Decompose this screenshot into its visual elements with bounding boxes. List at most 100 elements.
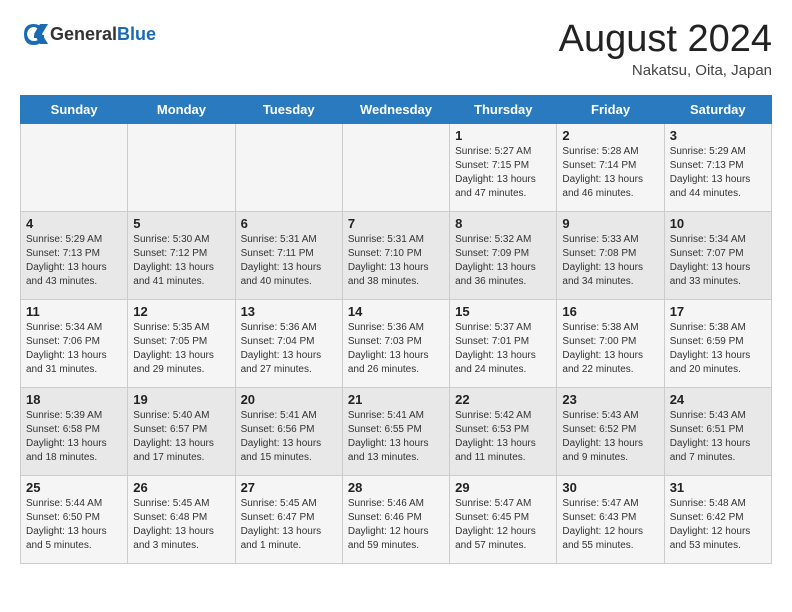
day-cell: 9 Sunrise: 5:33 AMSunset: 7:08 PMDaylight… bbox=[557, 212, 664, 300]
day-info: Sunrise: 5:28 AMSunset: 7:14 PMDaylight:… bbox=[562, 145, 658, 201]
day-cell: 16 Sunrise: 5:38 AMSunset: 7:00 PMDayligh… bbox=[557, 300, 664, 388]
day-number: 2 bbox=[562, 128, 658, 143]
day-number: 8 bbox=[455, 216, 551, 231]
day-cell: 4 Sunrise: 5:29 AMSunset: 7:13 PMDaylight… bbox=[21, 212, 128, 300]
day-info: Sunrise: 5:34 AMSunset: 7:06 PMDaylight:… bbox=[26, 321, 122, 377]
day-info: Sunrise: 5:48 AMSunset: 6:42 PMDaylight:… bbox=[670, 497, 766, 553]
day-info: Sunrise: 5:47 AMSunset: 6:45 PMDaylight:… bbox=[455, 497, 551, 553]
day-cell: 7 Sunrise: 5:31 AMSunset: 7:10 PMDaylight… bbox=[342, 212, 449, 300]
day-number: 9 bbox=[562, 216, 658, 231]
day-cell bbox=[128, 124, 235, 212]
day-cell: 17 Sunrise: 5:38 AMSunset: 6:59 PMDayligh… bbox=[664, 300, 771, 388]
day-cell: 23Sunrise: 5:43 AMSunset: 6:52 PMDayligh… bbox=[557, 388, 664, 476]
day-cell: 30 Sunrise: 5:47 AMSunset: 6:43 PMDayligh… bbox=[557, 476, 664, 564]
day-number: 4 bbox=[26, 216, 122, 231]
month-year-title: August 2024 bbox=[559, 20, 772, 58]
day-cell: 25 Sunrise: 5:44 AMSunset: 6:50 PMDayligh… bbox=[21, 476, 128, 564]
day-cell: 5 Sunrise: 5:30 AMSunset: 7:12 PMDaylight… bbox=[128, 212, 235, 300]
day-info: Sunrise: 5:39 AMSunset: 6:58 PMDaylight:… bbox=[26, 409, 122, 465]
day-info: Sunrise: 5:34 AMSunset: 7:07 PMDaylight:… bbox=[670, 233, 766, 289]
day-info: Sunrise: 5:47 AMSunset: 6:43 PMDaylight:… bbox=[562, 497, 658, 553]
day-info: Sunrise: 5:35 AMSunset: 7:05 PMDaylight:… bbox=[133, 321, 229, 377]
day-number: 10 bbox=[670, 216, 766, 231]
day-info: Sunrise: 5:37 AMSunset: 7:01 PMDaylight:… bbox=[455, 321, 551, 377]
day-number: 7 bbox=[348, 216, 444, 231]
day-number: 31 bbox=[670, 480, 766, 495]
day-cell: 28 Sunrise: 5:46 AMSunset: 6:46 PMDayligh… bbox=[342, 476, 449, 564]
day-number: 29 bbox=[455, 480, 551, 495]
day-cell: 13Sunrise: 5:36 AMSunset: 7:04 PMDayligh… bbox=[235, 300, 342, 388]
day-number: 24 bbox=[670, 392, 766, 407]
day-number: 5 bbox=[133, 216, 229, 231]
day-cell: 6 Sunrise: 5:31 AMSunset: 7:11 PMDaylight… bbox=[235, 212, 342, 300]
day-header-friday: Friday bbox=[557, 96, 664, 124]
day-header-monday: Monday bbox=[128, 96, 235, 124]
logo-general: General bbox=[50, 24, 117, 44]
day-number: 19 bbox=[133, 392, 229, 407]
day-number: 3 bbox=[670, 128, 766, 143]
day-info: Sunrise: 5:42 AMSunset: 6:53 PMDaylight:… bbox=[455, 409, 551, 465]
day-info: Sunrise: 5:40 AMSunset: 6:57 PMDaylight:… bbox=[133, 409, 229, 465]
day-number: 12 bbox=[133, 304, 229, 319]
day-cell: 14 Sunrise: 5:36 AMSunset: 7:03 PMDayligh… bbox=[342, 300, 449, 388]
day-info: Sunrise: 5:43 AMSunset: 6:52 PMDaylight:… bbox=[562, 409, 658, 465]
title-block: August 2024 Nakatsu, Oita, Japan bbox=[559, 20, 772, 79]
day-info: Sunrise: 5:32 AMSunset: 7:09 PMDaylight:… bbox=[455, 233, 551, 289]
logo-blue: Blue bbox=[117, 24, 156, 44]
week-row-4: 18 Sunrise: 5:39 AMSunset: 6:58 PMDayligh… bbox=[21, 388, 772, 476]
day-number: 18 bbox=[26, 392, 122, 407]
day-info: Sunrise: 5:46 AMSunset: 6:46 PMDaylight:… bbox=[348, 497, 444, 553]
day-header-saturday: Saturday bbox=[664, 96, 771, 124]
day-info: Sunrise: 5:31 AMSunset: 7:11 PMDaylight:… bbox=[241, 233, 337, 289]
week-row-1: 1Sunrise: 5:27 AMSunset: 7:15 PMDaylight… bbox=[21, 124, 772, 212]
day-cell: 15Sunrise: 5:37 AMSunset: 7:01 PMDayligh… bbox=[450, 300, 557, 388]
day-number: 11 bbox=[26, 304, 122, 319]
logo-icon bbox=[20, 20, 48, 48]
day-info: Sunrise: 5:45 AMSunset: 6:48 PMDaylight:… bbox=[133, 497, 229, 553]
day-number: 6 bbox=[241, 216, 337, 231]
day-header-sunday: Sunday bbox=[21, 96, 128, 124]
day-cell: 29 Sunrise: 5:47 AMSunset: 6:45 PMDayligh… bbox=[450, 476, 557, 564]
day-number: 14 bbox=[348, 304, 444, 319]
day-header-tuesday: Tuesday bbox=[235, 96, 342, 124]
day-info: Sunrise: 5:29 AMSunset: 7:13 PMDaylight:… bbox=[26, 233, 122, 289]
day-info: Sunrise: 5:45 AMSunset: 6:47 PMDaylight:… bbox=[241, 497, 337, 553]
week-row-2: 4 Sunrise: 5:29 AMSunset: 7:13 PMDaylight… bbox=[21, 212, 772, 300]
day-cell: 24 Sunrise: 5:43 AMSunset: 6:51 PMDayligh… bbox=[664, 388, 771, 476]
day-number: 16 bbox=[562, 304, 658, 319]
day-info: Sunrise: 5:36 AMSunset: 7:03 PMDaylight:… bbox=[348, 321, 444, 377]
day-info: Sunrise: 5:38 AMSunset: 7:00 PMDaylight:… bbox=[562, 321, 658, 377]
day-number: 27 bbox=[241, 480, 337, 495]
day-cell bbox=[21, 124, 128, 212]
day-cell: 22Sunrise: 5:42 AMSunset: 6:53 PMDayligh… bbox=[450, 388, 557, 476]
day-info: Sunrise: 5:30 AMSunset: 7:12 PMDaylight:… bbox=[133, 233, 229, 289]
day-number: 30 bbox=[562, 480, 658, 495]
page-header: GeneralBlue August 2024 Nakatsu, Oita, J… bbox=[20, 20, 772, 79]
calendar-table: SundayMondayTuesdayWednesdayThursdayFrid… bbox=[20, 95, 772, 564]
day-cell: 10 Sunrise: 5:34 AMSunset: 7:07 PMDayligh… bbox=[664, 212, 771, 300]
day-cell: 27 Sunrise: 5:45 AMSunset: 6:47 PMDayligh… bbox=[235, 476, 342, 564]
day-info: Sunrise: 5:31 AMSunset: 7:10 PMDaylight:… bbox=[348, 233, 444, 289]
day-cell: 21Sunrise: 5:41 AMSunset: 6:55 PMDayligh… bbox=[342, 388, 449, 476]
day-info: Sunrise: 5:33 AMSunset: 7:08 PMDaylight:… bbox=[562, 233, 658, 289]
week-row-3: 11 Sunrise: 5:34 AMSunset: 7:06 PMDayligh… bbox=[21, 300, 772, 388]
day-header-thursday: Thursday bbox=[450, 96, 557, 124]
day-cell bbox=[342, 124, 449, 212]
day-info: Sunrise: 5:38 AMSunset: 6:59 PMDaylight:… bbox=[670, 321, 766, 377]
day-info: Sunrise: 5:44 AMSunset: 6:50 PMDaylight:… bbox=[26, 497, 122, 553]
day-cell: 8 Sunrise: 5:32 AMSunset: 7:09 PMDaylight… bbox=[450, 212, 557, 300]
day-number: 17 bbox=[670, 304, 766, 319]
day-info: Sunrise: 5:43 AMSunset: 6:51 PMDaylight:… bbox=[670, 409, 766, 465]
day-cell: 11 Sunrise: 5:34 AMSunset: 7:06 PMDayligh… bbox=[21, 300, 128, 388]
day-cell: 31 Sunrise: 5:48 AMSunset: 6:42 PMDayligh… bbox=[664, 476, 771, 564]
week-row-5: 25 Sunrise: 5:44 AMSunset: 6:50 PMDayligh… bbox=[21, 476, 772, 564]
day-number: 13 bbox=[241, 304, 337, 319]
day-number: 21 bbox=[348, 392, 444, 407]
logo: GeneralBlue bbox=[20, 20, 156, 48]
day-cell: 3Sunrise: 5:29 AMSunset: 7:13 PMDaylight… bbox=[664, 124, 771, 212]
day-number: 26 bbox=[133, 480, 229, 495]
day-number: 25 bbox=[26, 480, 122, 495]
day-info: Sunrise: 5:41 AMSunset: 6:56 PMDaylight:… bbox=[241, 409, 337, 465]
day-header-wednesday: Wednesday bbox=[342, 96, 449, 124]
day-number: 28 bbox=[348, 480, 444, 495]
